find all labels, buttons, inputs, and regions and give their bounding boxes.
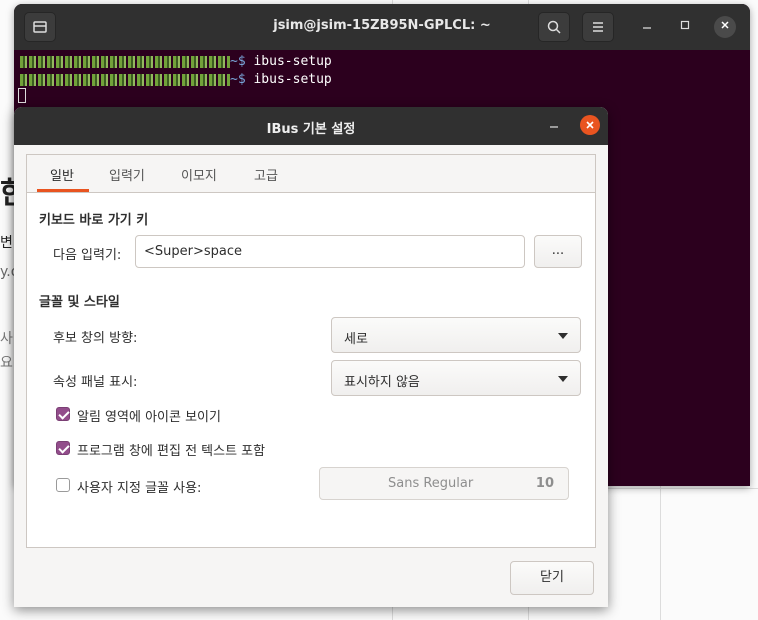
terminal-line: ~$ ibus-setup: [20, 54, 332, 69]
active-tab-indicator: [37, 189, 89, 192]
ibus-preferences-dialog[interactable]: IBus 기본 설정 일반 입력기 이모지 고급 키보드 바로 가기 키 다음 …: [14, 107, 608, 607]
chevron-down-icon: [558, 376, 568, 382]
terminal-command: ibus-setup: [253, 72, 332, 87]
redacted-prompt: [20, 55, 230, 68]
close-button[interactable]: [714, 16, 736, 38]
tab-general[interactable]: 일반: [50, 165, 74, 184]
next-input-field[interactable]: <Super>space: [135, 235, 525, 268]
candidate-orientation-label: 후보 창의 방향:: [53, 331, 138, 346]
maximize-icon: [680, 20, 690, 30]
embed-preedit-label[interactable]: 프로그램 창에 편집 전 텍스트 포함: [77, 440, 265, 459]
terminal-cursor: [18, 88, 26, 103]
shortcut-section-heading: 키보드 바로 가기 키: [39, 213, 149, 228]
chevron-down-icon: [558, 333, 568, 339]
close-icon: [586, 121, 594, 129]
dialog-title: IBus 기본 설정: [266, 122, 356, 137]
close-icon: [721, 21, 729, 29]
bg-divider: [660, 486, 661, 620]
menu-icon: [593, 22, 603, 32]
bg-divider: [608, 488, 758, 489]
font-style-section-heading: 글꼴 및 스타일: [39, 295, 120, 310]
redacted-prompt: [20, 73, 230, 86]
property-panel-label: 속성 패널 표시:: [53, 375, 138, 390]
property-panel-value: 표시하지 않음: [344, 375, 420, 390]
font-size: 10: [535, 476, 554, 491]
bg-text-fragment: 요: [0, 355, 13, 371]
search-button[interactable]: [538, 12, 570, 42]
show-icon-checkbox[interactable]: [56, 407, 70, 421]
property-panel-select[interactable]: 표시하지 않음: [331, 360, 581, 396]
bg-text-fragment: 사: [0, 331, 13, 347]
font-chooser-button[interactable]: Sans Regular 10: [319, 467, 569, 500]
embed-preedit-checkbox[interactable]: [56, 441, 70, 455]
dialog-close-button[interactable]: [580, 115, 600, 135]
tab-advanced[interactable]: 고급: [254, 165, 278, 184]
minimize-button[interactable]: [636, 16, 658, 38]
dialog-minimize-button[interactable]: [544, 115, 564, 135]
tab-bar: 일반 입력기 이모지 고급: [27, 155, 595, 193]
custom-font-label[interactable]: 사용자 지정 글꼴 사용:: [77, 477, 201, 496]
shortcut-more-button[interactable]: ...: [534, 235, 582, 268]
close-dialog-button[interactable]: 닫기: [510, 561, 594, 595]
tab-input-method[interactable]: 입력기: [109, 165, 145, 184]
terminal-line: ~$ ibus-setup: [20, 72, 332, 87]
maximize-button[interactable]: [674, 16, 696, 38]
prompt-suffix: ~$: [230, 72, 246, 87]
candidate-orientation-value: 세로: [344, 332, 368, 347]
show-icon-label[interactable]: 알림 영역에 아이콘 보이기: [77, 406, 221, 425]
next-input-label: 다음 입력기:: [53, 248, 122, 263]
search-icon: [547, 20, 561, 34]
candidate-orientation-select[interactable]: 세로: [331, 317, 581, 353]
menu-button[interactable]: [582, 12, 614, 42]
minimize-icon: [550, 126, 558, 128]
prompt-suffix: ~$: [230, 54, 246, 69]
bg-text-fragment: 변: [0, 235, 13, 251]
custom-font-checkbox[interactable]: [56, 478, 70, 492]
terminal-command: ibus-setup: [253, 54, 332, 69]
tab-emoji[interactable]: 이모지: [181, 165, 217, 184]
dialog-headerbar[interactable]: IBus 기본 설정: [14, 107, 608, 145]
minimize-icon: [643, 27, 651, 29]
font-name: Sans Regular: [388, 476, 474, 491]
terminal-headerbar[interactable]: jsim@jsim-15ZB95N-GPLCL: ~: [14, 4, 750, 50]
